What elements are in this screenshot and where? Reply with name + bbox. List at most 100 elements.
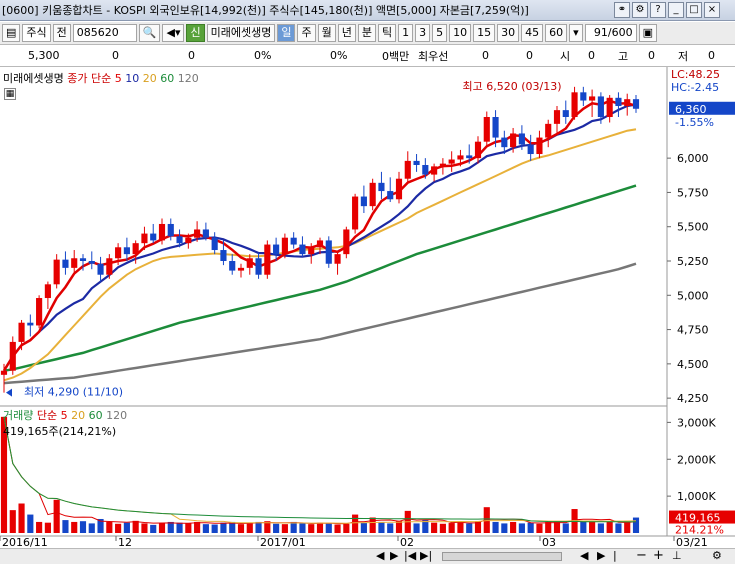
minute-5[interactable]: 5	[432, 24, 448, 42]
minimize-icon[interactable]: _	[668, 2, 684, 18]
minute-30[interactable]: 30	[497, 24, 520, 42]
dropdown-icon[interactable]: ▾	[569, 24, 583, 42]
sound-icon[interactable]: ◀▾	[162, 24, 185, 42]
volume-bar	[615, 523, 622, 533]
search-icon[interactable]: 🔍	[138, 24, 161, 42]
candle-body	[606, 97, 613, 117]
low-annotation: 최저 4,290 (11/10)	[24, 386, 123, 399]
ma20-line	[3, 128, 637, 382]
candle-body	[632, 99, 640, 109]
legend-vma60: 60	[88, 409, 103, 422]
quote-value-12: 0	[648, 49, 655, 62]
tab-minute[interactable]: 분	[357, 24, 376, 42]
volume-bar	[439, 523, 446, 533]
minute-15[interactable]: 15	[473, 24, 496, 42]
candle-body	[79, 258, 87, 261]
volume-bar	[167, 521, 174, 533]
scroll-right-icon[interactable]: ▶	[390, 549, 398, 562]
minute-1[interactable]: 1	[398, 24, 414, 42]
scroll-left-icon[interactable]: ◀	[376, 549, 384, 562]
quote-value-2: 0	[188, 49, 195, 62]
scroll-thumb[interactable]	[442, 552, 562, 561]
help-icon[interactable]: ?	[650, 2, 666, 18]
legend-close: 종가	[67, 72, 88, 85]
maximize-icon[interactable]: □	[686, 2, 702, 18]
volume-bar	[413, 523, 420, 533]
close-icon[interactable]: ×	[704, 2, 720, 18]
tab-week[interactable]: 주	[297, 24, 316, 42]
volume-bar	[290, 521, 297, 533]
grid-icon[interactable]: ▤	[2, 24, 21, 42]
candle-body	[27, 322, 34, 326]
candle-body	[185, 237, 192, 244]
candle-body	[132, 243, 139, 255]
volume-bar	[527, 522, 534, 533]
candle-body	[141, 233, 148, 244]
candle-body	[369, 182, 376, 207]
candle-body	[299, 244, 306, 255]
candle-body	[176, 236, 183, 244]
candle-body	[474, 141, 482, 159]
market-select[interactable]: 주식	[22, 24, 51, 42]
expand-icon[interactable]: ▶	[597, 549, 605, 562]
volume-bar	[53, 499, 60, 533]
candle-body	[571, 92, 578, 117]
volume-bar	[457, 521, 464, 533]
vertical-resize-icon[interactable]: |	[613, 549, 617, 562]
new-badge: 신	[186, 24, 205, 42]
reset-icon[interactable]: ⊥	[672, 549, 682, 562]
legend-volume-value: 419,165주(214,21%)	[3, 425, 117, 438]
mode-select[interactable]: 전	[52, 24, 71, 42]
collapse-icon[interactable]: ◀	[580, 549, 588, 562]
legend-ma60: 60	[160, 72, 175, 85]
volume-bar	[150, 524, 157, 533]
zoom-in-icon[interactable]: +	[653, 548, 664, 563]
zoom-out-icon[interactable]: −	[636, 548, 647, 563]
candle-body	[273, 244, 280, 255]
candle-body	[457, 155, 464, 160]
volume-bar	[185, 523, 192, 533]
tab-tick[interactable]: 틱	[377, 24, 397, 42]
volume-bar	[273, 523, 280, 533]
table-icon[interactable]: ▦	[4, 88, 16, 100]
volume-bar	[194, 521, 201, 533]
price-tick-label: 4,500	[677, 358, 709, 371]
legend-vma5: 5	[60, 409, 68, 422]
quote-label-open: 시	[560, 49, 571, 63]
quote-value-14: 0	[708, 49, 715, 62]
count-input[interactable]: 91/600	[584, 24, 637, 42]
candle-body	[545, 123, 552, 138]
minute-60[interactable]: 60	[545, 24, 568, 42]
minute-45[interactable]: 45	[521, 24, 544, 42]
tab-day[interactable]: 일	[277, 24, 296, 42]
volume-bar	[79, 521, 87, 533]
volume-bar	[316, 522, 324, 533]
chart-canvas[interactable]: 6,000 5,750 5,500 5,250 5,000 4,750 4,500 4,250…	[0, 67, 735, 548]
candle-body	[150, 233, 157, 241]
stock-code-input[interactable]: 085620	[72, 24, 137, 42]
link-icon[interactable]: ⚭	[614, 2, 630, 18]
tab-month[interactable]: 월	[317, 24, 336, 42]
volume-bar	[360, 522, 367, 533]
quote-label-low: 저	[678, 49, 689, 63]
last-price-label: 6,360	[675, 103, 707, 116]
volume-bar	[158, 523, 166, 533]
candle-body	[281, 237, 288, 255]
settings-icon[interactable]: ⚙	[712, 549, 722, 562]
tab-year[interactable]: 년	[337, 24, 356, 42]
minute-3[interactable]: 3	[415, 24, 431, 42]
minute-10[interactable]: 10	[449, 24, 472, 42]
tool-icon[interactable]: ⚙	[632, 2, 648, 18]
volume-bar	[88, 523, 95, 533]
save-icon[interactable]: ▣	[638, 24, 658, 42]
window-titlebar: [0600] 키움종합차트 - KOSPI 외국인보유[14,992(천)] 주…	[0, 0, 735, 21]
last-pct-label: -1.55%	[675, 116, 714, 129]
scroll-first-icon[interactable]: |◀	[404, 549, 416, 562]
chart-toolbar: ▤ 주식 전 085620 🔍 ◀▾ 신 미래에셋생명 일 주 월 년 분 틱 …	[0, 22, 735, 45]
chart-scrollbar[interactable]: ◀ ▶ |◀ ▶| ◀ ▶ | − + ⊥ ⚙	[0, 548, 735, 564]
candle-body	[597, 96, 604, 117]
volume-bar	[431, 522, 438, 533]
volume-bar	[36, 521, 43, 533]
candle-body	[115, 247, 122, 259]
scroll-last-icon[interactable]: ▶|	[420, 549, 432, 562]
